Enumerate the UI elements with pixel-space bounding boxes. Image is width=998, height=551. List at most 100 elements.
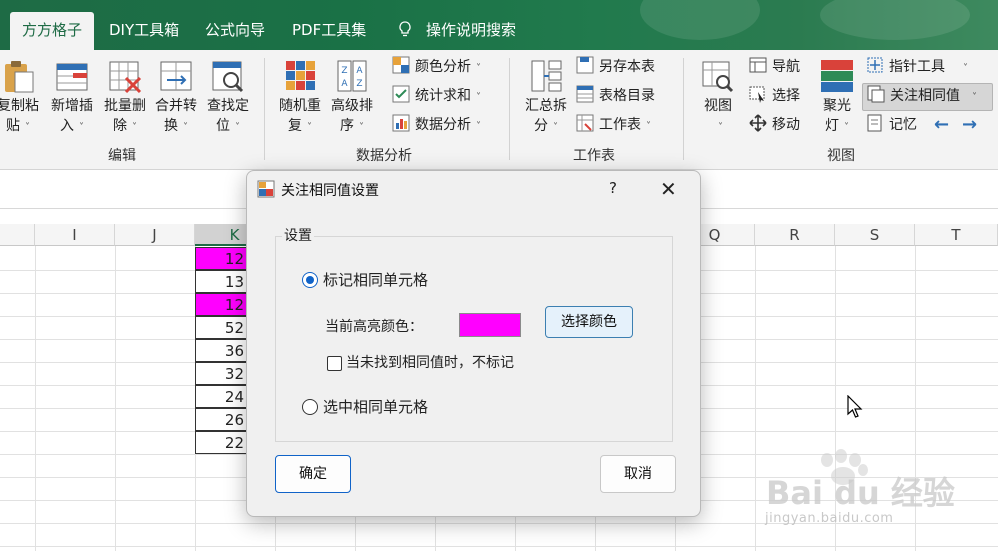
tab-diy-toolbox[interactable]: DIY工具箱: [109, 12, 179, 50]
pointer-tool-button[interactable]: 指针工具 ˅: [866, 55, 968, 79]
stat-sum-button[interactable]: 统计求和 ˅: [392, 84, 481, 108]
lightbulb-icon: [399, 20, 411, 36]
grid-line: [115, 246, 116, 551]
tab-fangfang-gezi[interactable]: 方方格子: [10, 12, 95, 50]
focus-same-value-button[interactable]: 关注相同值 ˅: [862, 83, 993, 111]
mark-same-cells-radio[interactable]: [302, 272, 318, 288]
chevron-down-icon: ˅: [646, 121, 651, 132]
batch-delete-label: 批量删 除: [104, 98, 146, 134]
svg-text:A: A: [356, 66, 363, 76]
navigation-icon: [749, 57, 767, 73]
summary-split-button[interactable]: 汇总拆 分 ˅: [520, 58, 572, 138]
current-color-label: 当前高亮颜色：: [325, 319, 423, 335]
random-blocks-icon: [286, 61, 315, 90]
sum-check-icon: [392, 85, 410, 103]
copy-paste-button[interactable]: 复制粘 贴 ˅: [0, 58, 44, 138]
insert-button[interactable]: 新增插 入 ˅: [46, 58, 98, 138]
grid-line: [35, 246, 36, 551]
select-icon: [749, 86, 765, 103]
color-analysis-button[interactable]: 颜色分析 ˅: [392, 55, 481, 79]
chevron-down-icon: ˅: [359, 122, 364, 133]
insert-label: 新增插 入: [51, 98, 93, 134]
arrow-left-icon: ←: [934, 114, 950, 135]
background-leaf-decoration: [820, 0, 970, 40]
find-locate-button[interactable]: 查找定 位 ˅: [202, 58, 254, 138]
worksheet-icon: [576, 114, 594, 132]
view-label: 视图: [704, 98, 732, 114]
color-analysis-label: 颜色分析: [415, 59, 471, 75]
grid-line: [755, 246, 756, 551]
chevron-down-icon: ˅: [183, 122, 188, 133]
spotlight-button[interactable]: 聚光 灯 ˅: [811, 58, 863, 138]
current-color-swatch: [459, 313, 521, 337]
table-catalog-label: 表格目录: [599, 88, 655, 104]
focus-same-value-icon: [867, 85, 885, 103]
svg-text:A: A: [341, 79, 348, 89]
navigation-button[interactable]: 导航: [749, 55, 800, 79]
chevron-down-icon: ˅: [718, 122, 723, 133]
select-same-cells-radio[interactable]: [302, 399, 318, 415]
table-catalog-button[interactable]: 表格目录: [576, 84, 655, 108]
chevron-down-icon: ˅: [972, 92, 977, 103]
chevron-down-icon: ˅: [844, 122, 849, 133]
batch-delete-button[interactable]: 批量删 除 ˅: [99, 58, 151, 138]
column-header-s[interactable]: S: [835, 224, 915, 246]
close-icon[interactable]: ✕: [660, 177, 677, 201]
merge-convert-button[interactable]: 合并转 换 ˅: [150, 58, 202, 138]
tab-pdf-toolset[interactable]: PDF工具集: [292, 12, 366, 50]
previous-arrow-button[interactable]: ←: [934, 113, 949, 137]
no-mark-checkbox[interactable]: [327, 356, 342, 371]
chevron-down-icon: ˅: [476, 63, 481, 74]
svg-text:Z: Z: [341, 66, 347, 76]
select-same-cells-label[interactable]: 选中相同单元格: [323, 396, 428, 417]
select-button[interactable]: 选择: [749, 84, 800, 108]
watermark-url: jingyan.baidu.com: [765, 511, 894, 526]
help-button[interactable]: ?: [609, 179, 617, 197]
summary-split-label: 汇总拆 分: [525, 98, 567, 134]
spotlight-icon: [821, 60, 853, 92]
view-button[interactable]: 视图 ˅: [692, 58, 744, 138]
column-header-i[interactable]: I: [35, 224, 115, 246]
svg-text:Z: Z: [356, 79, 362, 89]
ribbon: 复制粘 贴 ˅ 新增插 入 ˅ 批量删 除 ˅ 合并转 换 ˅ 查找定 位 ˅ …: [0, 50, 998, 170]
chevron-down-icon: ˅: [307, 122, 312, 133]
worksheet-button[interactable]: 工作表 ˅: [576, 113, 651, 137]
dialog-app-icon: [257, 180, 275, 198]
column-header-t[interactable]: T: [915, 224, 998, 246]
chevron-down-icon: ˅: [235, 122, 240, 133]
advanced-sort-label: 高级排 序: [331, 98, 373, 134]
worksheet-label: 工作表: [599, 117, 641, 133]
cancel-button[interactable]: 取消: [600, 455, 676, 493]
tell-me-search[interactable]: 操作说明搜索: [398, 12, 516, 50]
select-label: 选择: [772, 88, 800, 104]
column-header-r[interactable]: R: [755, 224, 835, 246]
memory-icon: [867, 114, 882, 132]
mark-same-cells-label[interactable]: 标记相同单元格: [323, 269, 428, 290]
arrow-right-icon: →: [962, 114, 978, 135]
save-sheet-button[interactable]: 另存本表: [576, 55, 655, 79]
navigation-label: 导航: [772, 59, 800, 75]
chevron-down-icon: ˅: [476, 121, 481, 132]
save-sheet-label: 另存本表: [599, 59, 655, 75]
no-mark-checkbox-label[interactable]: 当未找到相同值时，不标记: [346, 352, 514, 372]
column-header-j[interactable]: J: [115, 224, 195, 246]
data-analysis-button[interactable]: 数据分析 ˅: [392, 113, 481, 137]
random-repeat-button[interactable]: 随机重 复 ˅: [274, 58, 326, 138]
group-separator: [509, 58, 510, 160]
ok-button[interactable]: 确定: [275, 455, 351, 493]
tab-formula-wizard[interactable]: 公式向导: [205, 12, 265, 50]
memory-button[interactable]: 记忆: [866, 113, 917, 137]
settings-groupbox-label: 设置: [282, 225, 314, 245]
view-magnifier-icon: [702, 61, 734, 93]
pick-color-button[interactable]: 选择颜色: [545, 306, 633, 338]
group-separator: [683, 58, 684, 160]
advanced-sort-button[interactable]: Z A A Z 高级排 序 ˅: [326, 58, 378, 138]
chevron-down-icon: ˅: [79, 122, 84, 133]
find-locate-label: 查找定 位: [207, 98, 249, 134]
next-arrow-button[interactable]: →: [962, 113, 977, 137]
move-label: 移动: [772, 117, 800, 133]
move-button[interactable]: 移动: [749, 113, 800, 137]
sheet-group-label: 工作表: [573, 148, 615, 164]
title-tab-bar: 方方格子 DIY工具箱 公式向导 PDF工具集 操作说明搜索: [0, 0, 998, 50]
watermark-text: Bai du 经验: [766, 474, 955, 512]
